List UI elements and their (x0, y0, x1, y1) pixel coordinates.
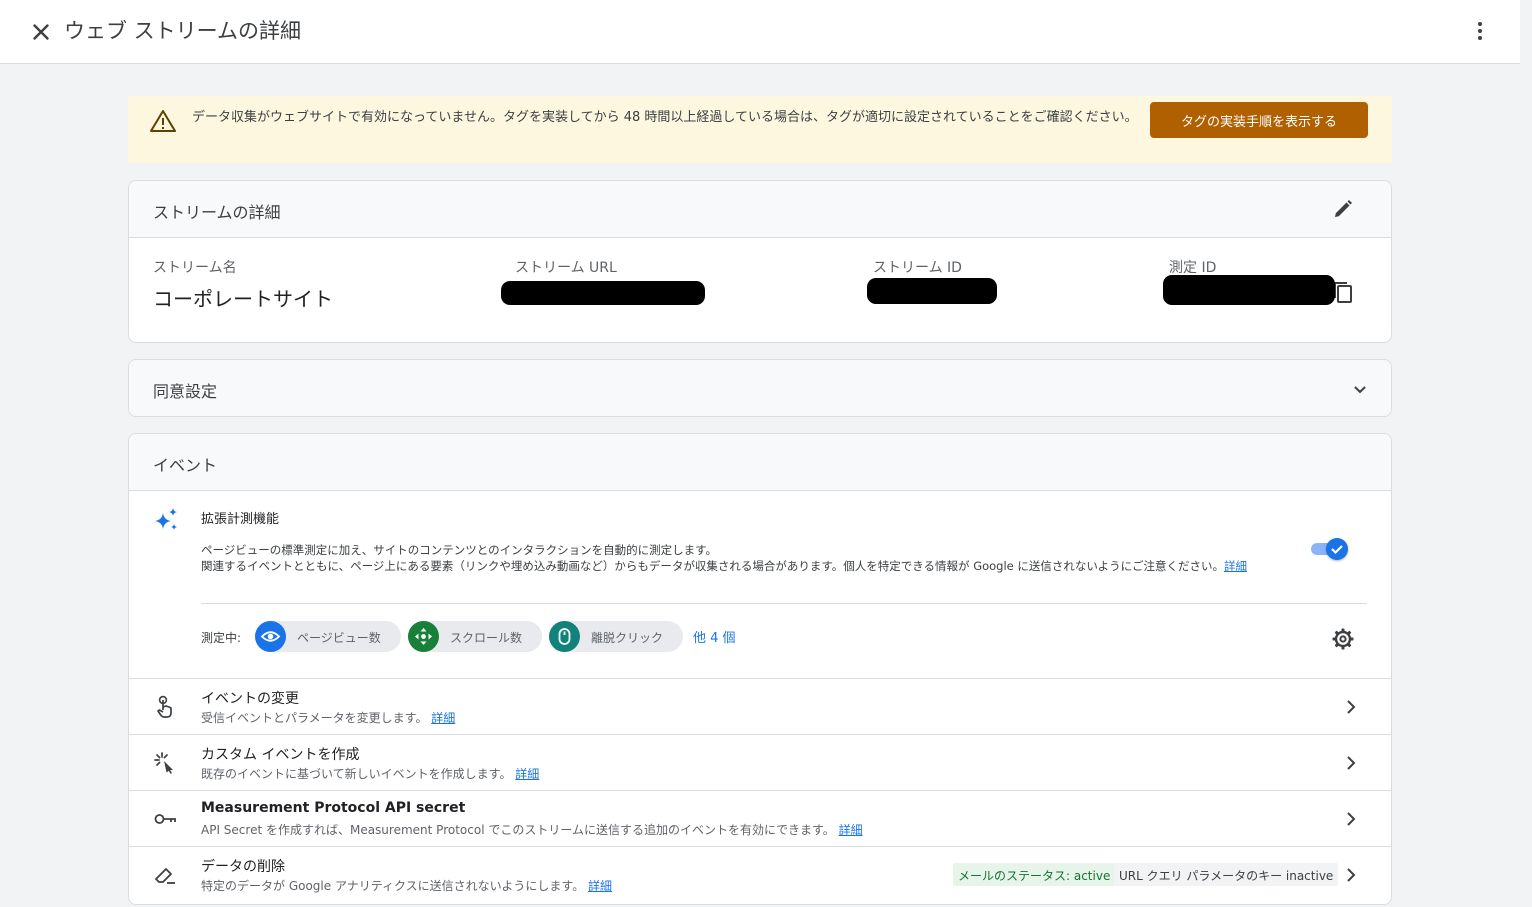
data-redaction-row[interactable]: データの削除 特定のデータが Google アナリティクスに送信されないようにし… (129, 847, 1391, 903)
row-subtitle-text: API Secret を作成すれば、Measurement Protocol で… (201, 823, 835, 837)
row-title: イベントの変更 (201, 691, 299, 707)
warning-banner: データ収集がウェブサイトで有効になっていません。タグを実装してから 48 時間以… (128, 96, 1392, 163)
stream-name-value: コーポレートサイト (153, 287, 333, 311)
enhanced-measurement-title: 拡張計測機能 (201, 512, 280, 527)
toggle-knob (1326, 538, 1348, 560)
chip-label: スクロール数 (450, 631, 523, 645)
stream-details-header: ストリームの詳細 (129, 181, 1391, 238)
stream-details-card: ストリームの詳細 ストリーム名 コーポレートサイト ストリーム URL ストリー… (128, 180, 1392, 343)
gear-icon[interactable] (1331, 627, 1355, 651)
chevron-right-icon (1347, 868, 1356, 882)
row-subtitle-text: 特定のデータが Google アナリティクスに送信されないようにします。 (201, 879, 585, 893)
modify-events-row[interactable]: イベントの変更 受信イベントとパラメータを変更します。 詳細 (129, 679, 1391, 735)
learn-more-link[interactable]: 詳細 (588, 879, 612, 893)
stream-name-field: ストリーム名 コーポレートサイト (153, 257, 333, 312)
copy-icon[interactable] (1333, 281, 1355, 305)
enhanced-measurement-description: ページビューの標準測定に加え、サイトのコンテンツとのインタラクションを自動的に測… (201, 543, 1311, 574)
create-custom-event-row[interactable]: カスタム イベントを作成 既存のイベントに基づいて新しいイベントを作成します。 … (129, 735, 1391, 791)
measuring-label: 測定中: (201, 631, 242, 645)
eraser-icon (155, 868, 175, 884)
chip-label: 離脱クリック (591, 631, 664, 645)
sparkle-icon (155, 508, 177, 530)
chip-label: ページビュー数 (297, 631, 381, 645)
row-subtitle: API Secret を作成すれば、Measurement Protocol で… (201, 821, 863, 838)
email-status-badge: メールのステータス: active (953, 863, 1116, 886)
consent-header[interactable]: 同意設定 (129, 360, 1391, 416)
close-icon[interactable] (28, 19, 54, 45)
stream-name-label: ストリーム名 (153, 260, 237, 276)
chip-scrolls: スクロール数 (408, 621, 542, 652)
more-vert-icon[interactable] (1468, 19, 1492, 43)
stream-id-label: ストリーム ID (873, 260, 962, 276)
measurement-protocol-row[interactable]: Measurement Protocol API secret API Secr… (129, 791, 1391, 847)
chevron-right-icon (1347, 700, 1356, 714)
touch-icon (157, 695, 172, 718)
enhanced-learn-more-link[interactable]: 詳細 (1224, 559, 1247, 573)
scrollbar[interactable] (1520, 0, 1532, 907)
top-bar: ウェブ ストリームの詳細 (0, 0, 1520, 64)
measurement-id-field: 測定 ID (1169, 257, 1216, 277)
chip-outbound-clicks: 離脱クリック (549, 621, 683, 652)
warning-icon (150, 110, 176, 132)
measurement-id-redacted (1163, 275, 1335, 305)
mouse-icon (549, 621, 580, 652)
stream-id-redacted (867, 278, 997, 304)
eye-icon (255, 621, 286, 652)
stream-url-redacted (501, 281, 705, 305)
row-title: カスタム イベントを作成 (201, 747, 360, 763)
chip-page-views: ページビュー数 (255, 621, 401, 652)
row-subtitle-text: 既存のイベントに基づいて新しいイベントを作成します。 (201, 767, 512, 781)
stream-details-body: ストリーム名 コーポレートサイト ストリーム URL ストリーム ID 測定 I… (129, 238, 1391, 342)
learn-more-link[interactable]: 詳細 (515, 767, 539, 781)
row-subtitle: 受信イベントとパラメータを変更します。 詳細 (201, 709, 455, 726)
check-icon (1331, 545, 1343, 555)
enhanced-desc-line2: 関連するイベントとともに、ページ上にある要素（リンクや埋め込み動画など）からもデ… (201, 559, 1311, 575)
stream-id-field: ストリーム ID (873, 257, 962, 277)
url-query-status-badge: URL クエリ パラメータのキー inactive (1114, 863, 1339, 886)
edit-icon[interactable] (1331, 197, 1355, 221)
row-title: データの削除 (201, 859, 285, 875)
stream-url-label: ストリーム URL (515, 260, 617, 276)
chevron-right-icon (1347, 756, 1356, 770)
enhanced-measurement-section: 拡張計測機能 ページビューの標準測定に加え、サイトのコンテンツとのインタラクショ… (129, 491, 1391, 679)
page-title: ウェブ ストリームの詳細 (64, 19, 302, 43)
consent-heading: 同意設定 (153, 382, 218, 401)
row-subtitle-text: 受信イベントとパラメータを変更します。 (201, 711, 428, 725)
enhanced-desc-line1: ページビューの標準測定に加え、サイトのコンテンツとのインタラクションを自動的に測… (201, 543, 717, 557)
chevron-down-icon[interactable] (1351, 380, 1369, 398)
more-events-link[interactable]: 他 4 個 (693, 627, 736, 646)
show-tag-instructions-button[interactable]: タグの実装手順を表示する (1150, 102, 1368, 138)
row-subtitle: 特定のデータが Google アナリティクスに送信されないようにします。 詳細 (201, 877, 612, 894)
events-heading: イベント (153, 456, 218, 475)
scroll-icon (408, 621, 439, 652)
cursor-click-icon (154, 752, 173, 774)
key-icon (154, 814, 176, 824)
stream-details-heading: ストリームの詳細 (153, 203, 281, 222)
row-title: Measurement Protocol API secret (201, 800, 466, 816)
enhanced-measurement-toggle[interactable] (1311, 538, 1348, 560)
chevron-right-icon (1347, 812, 1356, 826)
learn-more-link[interactable]: 詳細 (839, 823, 863, 837)
measurement-id-label: 測定 ID (1169, 260, 1217, 276)
stream-url-field: ストリーム URL (515, 257, 617, 277)
enhanced-desc-line2-text: 関連するイベントとともに、ページ上にある要素（リンクや埋め込み動画など）からもデ… (201, 558, 1224, 573)
row-subtitle: 既存のイベントに基づいて新しいイベントを作成します。 詳細 (201, 765, 539, 782)
learn-more-link[interactable]: 詳細 (431, 711, 455, 725)
consent-card: 同意設定 (128, 359, 1392, 417)
banner-message: データ収集がウェブサイトで有効になっていません。タグを実装してから 48 時間以… (192, 110, 1138, 125)
section-divider (201, 603, 1367, 604)
events-card: イベント 拡張計測機能 ページビューの標準測定に加え、サイトのコンテンツとのイン… (128, 433, 1392, 905)
events-header: イベント (129, 434, 1391, 491)
